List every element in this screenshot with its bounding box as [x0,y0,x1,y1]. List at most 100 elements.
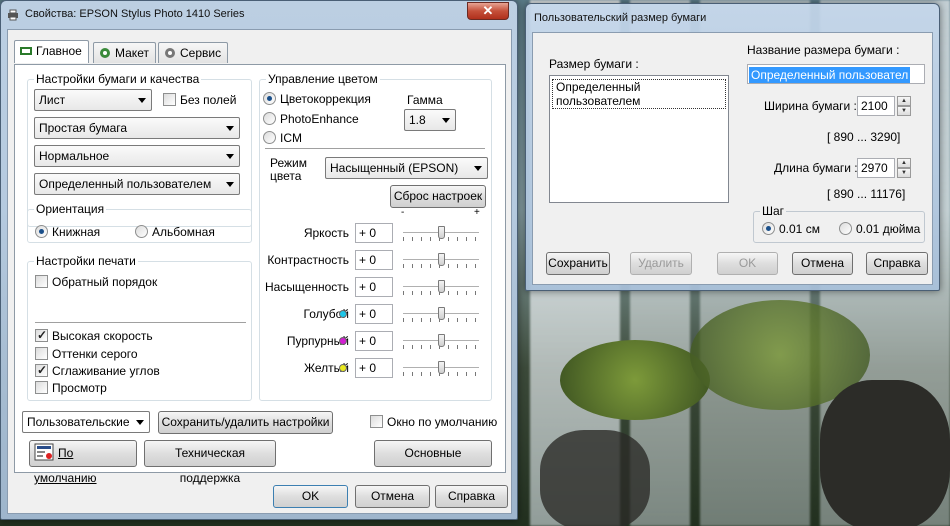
length-input[interactable]: 2970 [857,158,895,178]
basic-button[interactable]: Основные [374,440,492,467]
grayscale-label: Оттенки серого [52,347,138,361]
step-inch-dot [839,222,852,235]
custom-settings-value: Пользовательские [27,415,130,429]
color-correction-radio[interactable]: Цветокоррекция [263,92,371,106]
ok-button[interactable]: OK [273,485,348,508]
service-tab-icon [165,48,175,58]
high-speed-label: Высокая скорость [52,329,153,343]
slider-value-input[interactable]: + 0 [355,331,393,351]
chevron-down-icon [138,98,146,103]
portrait-radio[interactable]: Книжная [35,225,100,239]
tab-service[interactable]: Сервис [158,42,229,63]
tab-layout[interactable]: Макет [93,42,156,63]
width-range: [ 890 ... 3290] [827,130,901,144]
slider-thumb[interactable] [438,280,445,293]
cancel-label: Отмена [370,489,415,503]
save-button[interactable]: Сохранить [546,252,610,275]
width-input[interactable]: 2100 [857,96,895,116]
preview-label: Просмотр [52,381,107,395]
tab-main-label: Главное [36,44,82,58]
close-icon: ✕ [482,3,494,18]
step-cm-radio[interactable]: 0.01 см [762,222,820,236]
tech-support-label: Техническая поддержка [174,446,245,485]
color-swatch-icon [339,364,347,372]
print-settings-label: Настройки печати [34,254,138,268]
printer-defaults-icon [34,443,54,461]
grayscale-checkbox[interactable]: Оттенки серого [35,347,138,361]
landscape-radio[interactable]: Альбомная [135,225,215,239]
scale-minus-label: - [401,207,405,218]
custom-settings-select[interactable]: Пользовательские [22,411,150,433]
custom-ok-button[interactable]: OK [717,252,778,275]
icm-label: ICM [280,131,302,145]
slider-value-input[interactable]: + 0 [355,223,393,243]
preview-checkbox[interactable]: Просмотр [35,381,107,395]
custom-cancel-label: Отмена [800,256,845,270]
scale-plus-label: + [474,207,480,218]
custom-cancel-button[interactable]: Отмена [792,252,853,275]
slider-value-input[interactable]: + 0 [355,277,393,297]
paper-size-list-item[interactable]: Определенный пользователем [552,79,726,109]
slider-thumb[interactable] [438,253,445,266]
smoothing-box [35,363,48,377]
paper-size-select[interactable]: Лист [34,89,152,111]
adjustment-slider[interactable] [403,306,479,322]
adjustment-slider[interactable] [403,252,479,268]
paper-name-input[interactable]: Определенный пользовател [747,64,925,84]
reset-settings-button[interactable]: Сброс настроек [390,185,486,208]
borderless-checkbox[interactable]: Без полей [163,93,236,107]
high-speed-checkbox[interactable]: Высокая скорость [35,328,153,343]
paper-size-list[interactable]: Определенный пользователем [549,75,729,203]
default-window-checkbox[interactable]: Окно по умолчанию [370,415,497,429]
step-inch-radio[interactable]: 0.01 дюйма [839,222,920,236]
adjustment-slider[interactable] [403,279,479,295]
chevron-down-icon [226,126,234,131]
save-delete-settings-button[interactable]: Сохранить/удалить настройки [158,411,333,434]
paper-size-value: Лист [39,93,66,107]
down-arrow-icon[interactable]: ▼ [897,168,911,178]
up-arrow-icon[interactable]: ▲ [897,96,911,106]
orientation-label: Ориентация [34,202,107,216]
slider-thumb[interactable] [438,361,445,374]
delete-button[interactable]: Удалить [630,252,692,275]
width-spinner[interactable]: ▲ ▼ [897,96,911,116]
length-spinner[interactable]: ▲ ▼ [897,158,911,178]
custom-paper-title-bar: Пользовательский размер бумаги [526,4,939,32]
photo-enhance-radio[interactable]: PhotoEnhance [263,112,359,126]
slider-value-input[interactable]: + 0 [355,304,393,324]
slider-thumb[interactable] [438,334,445,347]
color-correction-label: Цветокоррекция [280,92,371,106]
tech-support-button[interactable]: Техническая поддержка [144,440,276,485]
slider-value-input[interactable]: + 0 [355,358,393,378]
adjustment-slider[interactable] [403,333,479,349]
custom-size-select[interactable]: Определенный пользователем [34,173,240,195]
close-button[interactable]: ✕ [467,2,509,20]
slider-thumb[interactable] [438,307,445,320]
quality-select[interactable]: Нормальное [34,145,240,167]
reverse-order-checkbox[interactable]: Обратный порядок [35,275,157,289]
icm-dot [263,131,276,144]
defaults-button[interactable]: По умолчанию [29,440,137,485]
tab-main[interactable]: Главное [14,40,89,63]
media-type-select[interactable]: Простая бумага [34,117,240,139]
custom-ok-label: OK [738,256,757,270]
custom-help-button[interactable]: Справка [866,252,928,275]
adjustment-slider[interactable] [403,225,479,241]
color-mode-select[interactable]: Насыщенный (EPSON) [325,157,488,179]
gamma-select[interactable]: 1.8 [404,109,456,131]
help-button[interactable]: Справка [435,485,508,508]
icm-radio[interactable]: ICM [263,131,302,145]
save-label: Сохранить [548,256,608,270]
up-arrow-icon[interactable]: ▲ [897,158,911,168]
portrait-dot [35,225,48,238]
tab-layout-label: Макет [115,46,149,60]
adjustment-slider[interactable] [403,360,479,376]
cancel-button[interactable]: Отмена [355,485,430,508]
down-arrow-icon[interactable]: ▼ [897,106,911,116]
default-window-box [370,415,383,428]
slider-thumb[interactable] [438,226,445,239]
tab-service-label: Сервис [180,46,222,60]
slider-value-input[interactable]: + 0 [355,250,393,270]
printer-icon [8,9,18,21]
smoothing-checkbox[interactable]: Сглаживание углов [35,363,160,378]
